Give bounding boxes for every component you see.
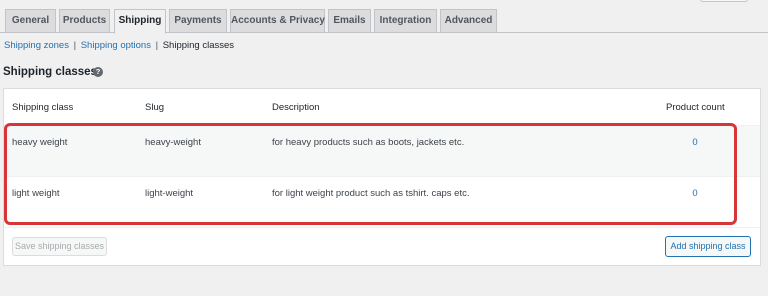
tab-payments[interactable]: Payments: [169, 9, 227, 33]
tab-general[interactable]: General: [5, 9, 56, 33]
subnav-separator: |: [73, 40, 77, 51]
tab-emails[interactable]: Emails: [328, 9, 371, 33]
column-header-product-count: Product count: [666, 102, 725, 113]
save-shipping-classes-button[interactable]: Save shipping classes: [12, 237, 107, 256]
tab-accounts-privacy[interactable]: Accounts & Privacy: [230, 9, 325, 33]
tab-advanced[interactable]: Advanced: [440, 9, 497, 33]
tab-shipping[interactable]: Shipping: [114, 9, 166, 34]
subnav-shipping-options[interactable]: Shipping options: [81, 40, 151, 51]
tab-products[interactable]: Products: [59, 9, 110, 33]
column-header-description: Description: [272, 102, 320, 113]
column-header-slug: Slug: [145, 102, 165, 113]
add-shipping-class-button[interactable]: Add shipping class: [665, 236, 751, 257]
tab-integration[interactable]: Integration: [374, 9, 437, 33]
settings-page: General Products Shipping Payments Accou…: [0, 0, 768, 296]
screen-options-button[interactable]: [700, 0, 748, 2]
shipping-subnav: Shipping zones | Shipping options | Ship…: [4, 40, 234, 52]
subnav-shipping-classes: Shipping classes: [162, 40, 235, 51]
settings-tabs: General Products Shipping Payments Accou…: [0, 9, 768, 34]
subnav-separator: |: [155, 40, 159, 51]
column-header-shipping-class: Shipping class: [12, 102, 74, 113]
table-footer-divider: [4, 227, 760, 228]
help-icon[interactable]: ?: [93, 67, 103, 77]
page-title: Shipping classes: [3, 66, 97, 78]
highlight-annotation-box: [4, 123, 737, 225]
subnav-shipping-zones[interactable]: Shipping zones: [4, 40, 69, 51]
